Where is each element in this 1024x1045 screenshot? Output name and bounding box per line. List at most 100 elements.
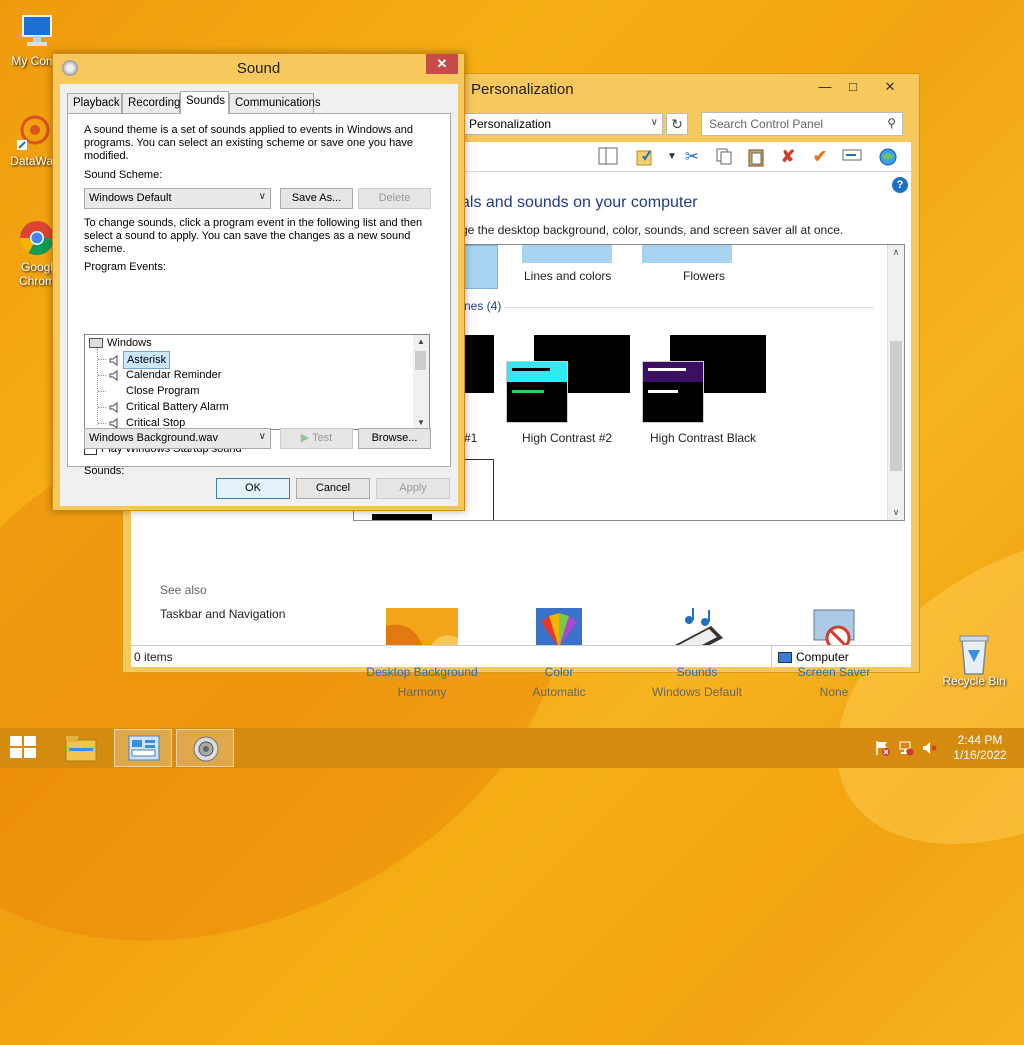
list-item[interactable]: Asterisk (109, 351, 171, 369)
list-item[interactable]: Critical Battery Alarm (109, 399, 232, 415)
theme-label: High Contrast Black (650, 431, 757, 445)
sound-scheme-select[interactable]: Windows Default ∨ (84, 188, 271, 209)
tab-playback[interactable]: Playback (67, 93, 122, 113)
sounds-tab-panel: A sound theme is a set of sounds applied… (67, 113, 451, 477)
location-label: Computer (796, 650, 849, 664)
cut-icon[interactable]: ✂ (681, 147, 703, 167)
close-button[interactable]: ✕ (426, 54, 458, 74)
clock-time: 2:44 PM (957, 733, 1003, 747)
browse-button[interactable]: Browse... (358, 428, 431, 449)
minimize-button[interactable]: — (811, 77, 839, 97)
save-as-button[interactable]: Save As... (280, 188, 353, 209)
address-bar[interactable]: Personalization ∨ (463, 113, 663, 135)
vertical-scrollbar[interactable]: ∧ ∨ (887, 245, 904, 520)
refresh-button[interactable]: ↻ (666, 113, 688, 135)
chevron-down-icon[interactable]: ∨ (651, 117, 658, 128)
delete-button[interactable]: Delete (358, 188, 431, 209)
tab-sounds[interactable]: Sounds (180, 91, 229, 114)
dialog-title: Sound (236, 60, 281, 77)
taskbar-navigation-link[interactable]: Taskbar and Navigation (160, 607, 285, 621)
test-button[interactable]: ▶ Test (280, 428, 353, 449)
layout-icon[interactable] (597, 147, 619, 167)
event-label: Calendar Reminder (126, 369, 222, 381)
tree-line (97, 349, 98, 425)
properties-icon[interactable] (634, 147, 656, 167)
sounds-value: Windows Default (651, 685, 743, 699)
tab-communications[interactable]: Communications (229, 93, 321, 113)
sound-dialog: Sound ✕ Playback Recording Sounds Commun… (52, 53, 465, 511)
sounds-label: Sounds (676, 665, 718, 679)
desktop-icon-recycle-bin[interactable]: Recycle Bin (939, 632, 1009, 688)
clock[interactable]: 2:44 PM 1/16/2022 (950, 733, 1010, 763)
scheme-label: Sound Scheme: (84, 169, 163, 181)
close-button[interactable]: ✕ (867, 77, 913, 97)
desktop-background-value: Harmony (397, 685, 447, 699)
theme-thumbnail[interactable] (522, 245, 612, 263)
theme-thumbnail[interactable] (464, 245, 498, 289)
chevron-down-icon[interactable]: ▼ (661, 147, 683, 167)
tree-connector (98, 391, 106, 392)
chevron-down-icon[interactable]: ∨ (888, 507, 904, 518)
computer-icon (17, 12, 57, 52)
group-label: nes (4) (464, 299, 502, 313)
tab-recording[interactable]: Recording (122, 93, 180, 113)
divider (504, 307, 874, 308)
rename-icon[interactable] (841, 147, 863, 167)
list-scrollbar[interactable]: ▲ ▼ (413, 335, 429, 429)
theme-thumbnail[interactable] (642, 245, 732, 263)
theme-label[interactable]: #1 (464, 431, 477, 445)
chevron-up-icon[interactable]: ∧ (888, 247, 904, 258)
network-icon[interactable] (898, 740, 914, 756)
chevron-down-icon: ∨ (258, 191, 266, 202)
datawag-icon (15, 112, 55, 152)
ok-button[interactable]: OK (216, 478, 290, 499)
globe-icon[interactable] (877, 147, 899, 167)
sound-file-select[interactable]: Windows Background.wav ∨ (84, 428, 271, 449)
status-location: Computer (771, 646, 921, 668)
theme-thumbnail (506, 361, 568, 423)
theme-label[interactable]: Lines and colors (524, 269, 611, 283)
list-item[interactable]: Calendar Reminder (109, 367, 224, 383)
apply-button[interactable]: Apply (376, 478, 450, 499)
chrome-icon (17, 218, 57, 258)
sound-file-value: Windows Background.wav (89, 432, 219, 444)
tree-connector (98, 407, 106, 408)
taskbar-sound[interactable] (176, 729, 234, 767)
delete-icon[interactable]: ✘ (777, 147, 799, 167)
search-input[interactable]: Search Control Panel ⚲ (701, 112, 903, 136)
theme-label[interactable]: Flowers (683, 269, 725, 283)
speaker-icon (109, 417, 118, 429)
taskbar-control-panel[interactable] (114, 729, 172, 767)
instructions-text: To change sounds, click a program event … (84, 217, 423, 255)
theme-label: High Contrast #2 (522, 431, 613, 445)
desktop-icon-label: Recycle Bin (942, 674, 1006, 688)
program-events-list[interactable]: Windows Asterisk Calendar Reminder Close… (84, 334, 430, 430)
search-icon[interactable]: ⚲ (887, 116, 896, 130)
chevron-down-icon[interactable]: ▼ (413, 418, 429, 427)
list-item[interactable]: Windows (89, 335, 152, 351)
refresh-icon: ↻ (671, 116, 683, 132)
cancel-button[interactable]: Cancel (296, 478, 370, 499)
help-icon[interactable]: ? (892, 177, 908, 193)
action-center-icon[interactable] (874, 740, 890, 756)
desktop-background-label: Desktop Background (366, 665, 478, 679)
scheme-value: Windows Default (89, 192, 172, 204)
scrollbar-thumb[interactable] (890, 341, 902, 471)
close-icon: ✕ (436, 56, 448, 71)
list-item[interactable]: Close Program (123, 383, 202, 399)
scrollbar-thumb[interactable] (415, 351, 426, 370)
theme-thumbnail[interactable] (464, 335, 494, 393)
paste-icon[interactable] (745, 147, 767, 167)
copy-icon[interactable] (713, 147, 735, 167)
event-label: Critical Battery Alarm (126, 401, 229, 413)
speaker-icon (109, 369, 118, 381)
taskbar-file-explorer[interactable] (52, 729, 110, 767)
chevron-up-icon[interactable]: ▲ (413, 337, 429, 346)
tree-connector (98, 423, 106, 424)
check-icon[interactable]: ✔ (809, 147, 831, 167)
search-placeholder: Search Control Panel (709, 117, 824, 131)
start-button[interactable] (10, 736, 38, 760)
test-label: Test (312, 432, 333, 444)
maximize-button[interactable]: □ (839, 77, 867, 97)
volume-muted-icon[interactable] (922, 740, 938, 756)
